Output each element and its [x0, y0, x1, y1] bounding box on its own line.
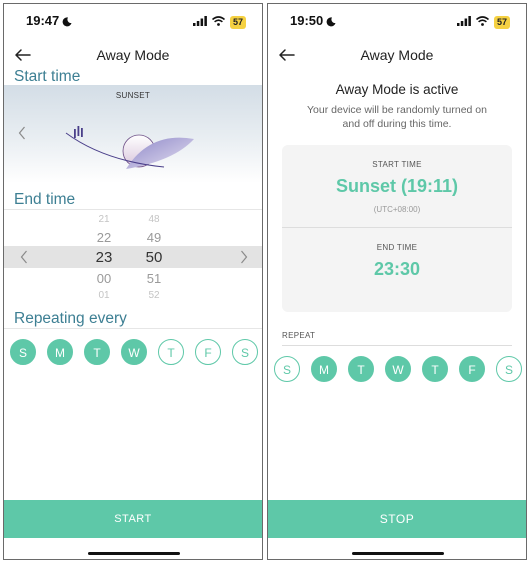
wifi-icon	[211, 13, 225, 31]
home-indicator	[88, 552, 180, 555]
repeating-heading: Repeating every	[14, 310, 127, 327]
picker-minute: 49	[146, 230, 162, 245]
end-time-label: END TIME	[376, 243, 418, 252]
day-toggle-saturday[interactable]: S	[232, 339, 258, 365]
status-bar: 19:47 57	[4, 4, 262, 34]
start-time-label: START TIME	[372, 160, 422, 169]
nav-bar: Away Mode	[268, 40, 526, 70]
status-bar: 19:50 57	[268, 4, 526, 34]
schedule-summary-card: START TIME Sunset (19:11) (UTC+08:00) EN…	[282, 145, 512, 312]
divider	[4, 209, 262, 210]
picker-row: 22 49	[4, 230, 262, 250]
battery-indicator: 57	[493, 15, 510, 29]
start-time-value: Sunset (19:11)	[335, 176, 459, 196]
day-toggle-tuesday[interactable]: T	[84, 339, 110, 365]
active-status-title: Away Mode is active	[335, 82, 459, 97]
home-indicator	[352, 552, 444, 555]
chevron-left-icon[interactable]	[18, 126, 26, 145]
battery-indicator: 57	[229, 15, 246, 29]
moon-icon	[326, 14, 336, 32]
sunset-illustration-icon	[64, 121, 204, 178]
picker-row: 21 48	[4, 212, 262, 222]
start-time-heading: Start time	[14, 68, 81, 85]
sunset-option-card[interactable]: SUNSET	[4, 85, 262, 183]
end-time-heading: End time	[14, 191, 76, 208]
picker-hour: 22	[96, 230, 112, 245]
cellular-signal-icon	[456, 13, 471, 31]
day-toggle-sunday[interactable]: S	[10, 339, 36, 365]
repeat-label: REPEAT	[282, 331, 316, 340]
day-toggle-thursday[interactable]: T	[158, 339, 184, 365]
cellular-signal-icon	[192, 13, 207, 31]
day-indicator-monday: M	[311, 356, 337, 382]
picker-row-selected: 23 50	[4, 249, 262, 269]
start-button[interactable]: START	[4, 500, 262, 538]
day-indicator-wednesday: W	[385, 356, 411, 382]
end-time-value: 23:30	[373, 259, 421, 279]
wifi-icon	[475, 13, 489, 31]
away-mode-setup-screen: 19:47 57 Away Mode Start time SUNSET End…	[3, 3, 263, 560]
stop-button[interactable]: STOP	[268, 500, 526, 538]
picker-minute-selected: 50	[145, 249, 163, 266]
picker-hour: 01	[98, 290, 110, 299]
nav-bar: Away Mode	[4, 40, 262, 70]
picker-row: 00 51	[4, 271, 262, 291]
day-toggle-wednesday[interactable]: W	[121, 339, 147, 365]
picker-hour-selected: 23	[95, 249, 113, 266]
timezone-label: (UTC+08:00)	[373, 205, 421, 214]
picker-minute: 51	[146, 271, 162, 286]
page-title: Away Mode	[96, 47, 170, 63]
status-time: 19:47	[26, 13, 60, 28]
divider	[282, 227, 512, 228]
away-mode-active-screen: 19:50 57 Away Mode Away Mode is active Y…	[267, 3, 527, 560]
divider	[4, 328, 262, 329]
day-indicator-thursday: T	[422, 356, 448, 382]
moon-icon	[62, 14, 72, 32]
picker-hour: 00	[96, 271, 112, 286]
page-title: Away Mode	[360, 47, 434, 63]
day-toggle-monday[interactable]: M	[47, 339, 73, 365]
day-indicator-friday: F	[459, 356, 485, 382]
active-status-description: Your device will be randomly turned on a…	[307, 104, 487, 130]
picker-row: 01 52	[4, 290, 262, 299]
day-indicator-saturday: S	[496, 356, 522, 382]
picker-minute: 48	[148, 214, 160, 222]
day-indicator-tuesday: T	[348, 356, 374, 382]
day-indicator-sunday: S	[274, 356, 300, 382]
status-time: 19:50	[290, 13, 324, 28]
day-toggle-friday[interactable]: F	[195, 339, 221, 365]
divider	[282, 345, 512, 346]
picker-hour: 21	[98, 214, 110, 222]
sunset-label: SUNSET	[115, 91, 151, 100]
picker-minute: 52	[148, 290, 160, 299]
